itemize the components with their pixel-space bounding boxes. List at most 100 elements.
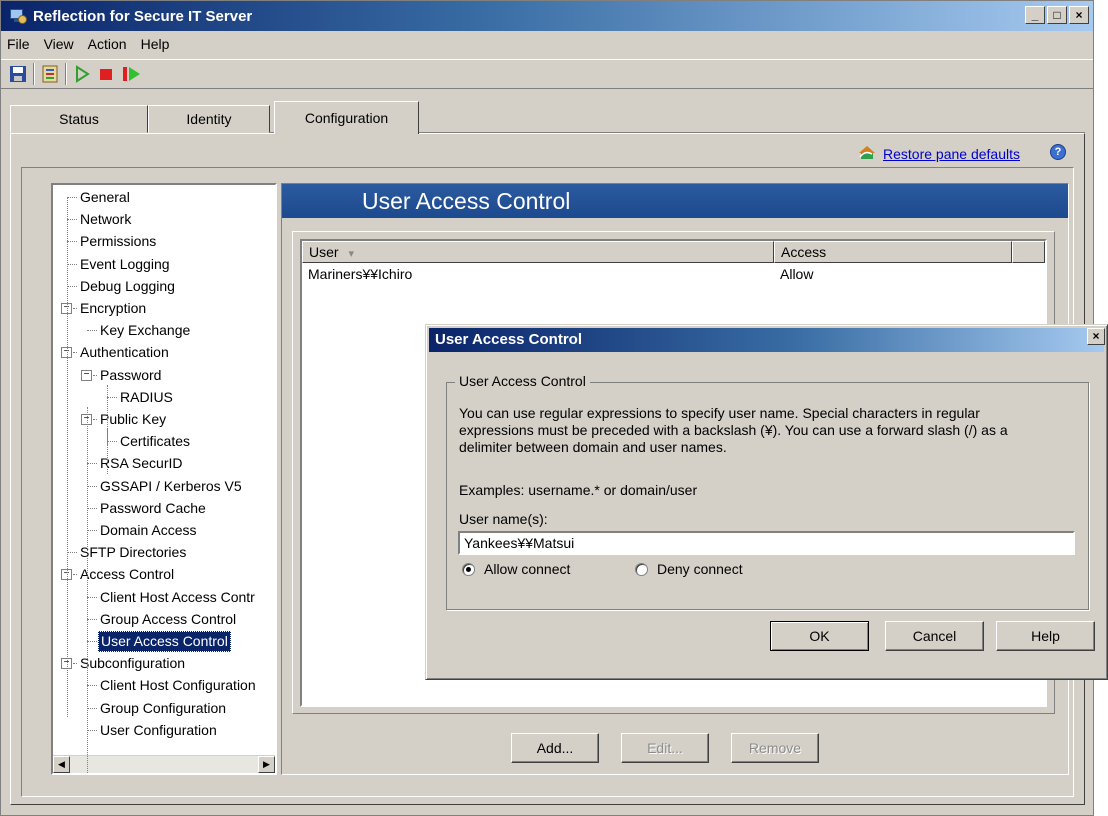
tree-item-label: Key Exchange xyxy=(100,322,191,339)
tree-item[interactable]: − Encryption xyxy=(53,298,275,319)
save-icon[interactable] xyxy=(9,65,27,83)
tree-guide-line xyxy=(107,429,108,474)
help-button-label: Help xyxy=(1031,628,1060,644)
play-outline-icon[interactable] xyxy=(73,65,91,83)
maximize-icon: □ xyxy=(1053,8,1061,22)
tree-item-label: Access Control xyxy=(80,566,175,583)
dialog-title: User Access Control xyxy=(435,331,582,348)
row-access: Allow xyxy=(780,266,814,282)
cancel-button[interactable]: Cancel xyxy=(885,621,984,651)
scroll-left-icon[interactable]: ◀ xyxy=(53,756,70,773)
help-icon[interactable]: ? xyxy=(1050,144,1066,160)
tree-item-label: Authentication xyxy=(80,344,169,361)
tab-status-label: Status xyxy=(59,111,99,127)
user-name-label: User name(s): xyxy=(459,511,548,527)
tree-item[interactable]: Permissions xyxy=(53,231,275,252)
help-glyph: ? xyxy=(1054,146,1062,158)
tree-item[interactable]: − Password xyxy=(53,365,275,386)
tab-identity-label: Identity xyxy=(186,111,232,127)
content-header: User Access Control xyxy=(282,184,1068,218)
tab-identity[interactable]: Identity xyxy=(148,105,270,133)
app-icon xyxy=(9,7,27,25)
tree-item-label: Group Configuration xyxy=(100,699,227,716)
tree-item-label: RADIUS xyxy=(120,388,173,405)
remove-button-label: Remove xyxy=(748,740,802,756)
tree-item-label: Client Host Access Contr xyxy=(100,588,255,605)
title-bar[interactable]: Reflection for Secure IT Server _ □ × xyxy=(1,1,1093,31)
tree-item-label: Debug Logging xyxy=(80,277,175,294)
tree-item[interactable]: General xyxy=(53,187,275,208)
tree-item[interactable]: Network xyxy=(53,209,275,230)
ok-button[interactable]: OK xyxy=(770,621,869,651)
restore-defaults-label: Restore pane defaults xyxy=(883,145,1020,162)
tree-item-label: Subconfiguration xyxy=(80,655,186,672)
toolbar-separator xyxy=(33,63,35,85)
column-access[interactable]: Access xyxy=(774,241,1012,263)
tab-status[interactable]: Status xyxy=(10,105,148,133)
menu-view[interactable]: View xyxy=(38,36,82,52)
tree-item-label: Event Logging xyxy=(80,255,170,272)
tree-item-label: User Configuration xyxy=(100,721,217,738)
edit-button[interactable]: Edit... xyxy=(621,733,709,763)
tree-item-label: SFTP Directories xyxy=(80,544,187,561)
tree-item-label: Permissions xyxy=(80,233,157,250)
column-user[interactable]: User ▾ xyxy=(302,241,774,263)
tree-item-label: Password xyxy=(100,366,162,383)
config-tree[interactable]: User Configuration Group Configuration Cli… xyxy=(51,183,277,775)
group-label: User Access Control xyxy=(455,373,590,389)
description-line: expressions must be preceded with a back… xyxy=(459,422,1008,438)
tree-item-label: General xyxy=(80,189,130,205)
remove-button[interactable]: Remove xyxy=(731,733,819,763)
edit-button-label: Edit... xyxy=(647,740,683,756)
description-line: You can use regular expressions to speci… xyxy=(459,405,980,421)
close-icon: × xyxy=(1092,329,1100,343)
tree-item[interactable]: Event Logging xyxy=(53,254,275,275)
column-user-label: User xyxy=(309,244,339,260)
allow-radio-icon[interactable] xyxy=(462,563,475,576)
tree-item-label: Client Host Configuration xyxy=(100,677,256,694)
tree-item-label: User Access Control xyxy=(98,631,231,652)
dialog-close-button[interactable]: × xyxy=(1087,328,1105,345)
sort-desc-icon: ▾ xyxy=(348,248,354,260)
restore-defaults-link[interactable]: Restore pane defaults xyxy=(857,144,1020,163)
close-button[interactable]: × xyxy=(1069,6,1089,24)
close-icon: × xyxy=(1075,8,1083,22)
table-row[interactable]: Mariners¥¥Ichiro Allow xyxy=(302,265,1045,285)
tree-item[interactable]: − Authentication xyxy=(53,342,275,363)
cancel-button-label: Cancel xyxy=(912,628,957,644)
scroll-right-icon[interactable]: ▶ xyxy=(258,756,275,773)
maximize-button[interactable]: □ xyxy=(1047,6,1067,24)
stop-icon[interactable] xyxy=(97,65,115,83)
description-line: delimiter between domain and user names. xyxy=(459,439,727,455)
tab-configuration-label: Configuration xyxy=(304,110,389,126)
tree-item[interactable]: RADIUS xyxy=(53,387,275,408)
dialog-title-bar[interactable]: User Access Control xyxy=(429,328,1104,352)
tree-item-label: Domain Access xyxy=(100,522,197,538)
column-access-label: Access xyxy=(781,244,827,260)
user-name-input[interactable] xyxy=(458,531,1075,555)
allow-connect-label: Allow connect xyxy=(484,561,571,577)
tab-configuration[interactable]: Configuration xyxy=(274,101,419,134)
tree-guide-line xyxy=(87,407,88,773)
minimize-button[interactable]: _ xyxy=(1025,6,1045,24)
tree-item-label: Certificates xyxy=(120,433,191,450)
collapse-icon[interactable]: − xyxy=(81,369,92,381)
tree-item-label: Network xyxy=(80,211,132,228)
menu-help[interactable]: Help xyxy=(135,36,178,52)
minimize-icon: _ xyxy=(1031,8,1039,22)
tree-item-label: GSSAPI / Kerberos V5 xyxy=(100,477,242,494)
restart-icon[interactable] xyxy=(121,65,140,83)
row-user: Mariners¥¥Ichiro xyxy=(308,266,413,282)
settings-icon[interactable] xyxy=(41,65,59,83)
tree-item[interactable]: Debug Logging xyxy=(53,276,275,297)
tree-item-label: Group Access Control xyxy=(100,610,237,627)
deny-radio-icon[interactable] xyxy=(635,563,648,576)
window-title: Reflection for Secure IT Server xyxy=(33,7,253,25)
list-header: User ▾ Access xyxy=(302,241,1045,263)
dialog-help-button[interactable]: Help xyxy=(996,621,1095,651)
add-button[interactable]: Add... xyxy=(511,733,599,763)
menu-action[interactable]: Action xyxy=(82,36,135,52)
tree-item[interactable]: Key Exchange xyxy=(53,320,275,341)
ok-button-label: OK xyxy=(809,628,830,644)
menu-file[interactable]: File xyxy=(1,36,38,52)
